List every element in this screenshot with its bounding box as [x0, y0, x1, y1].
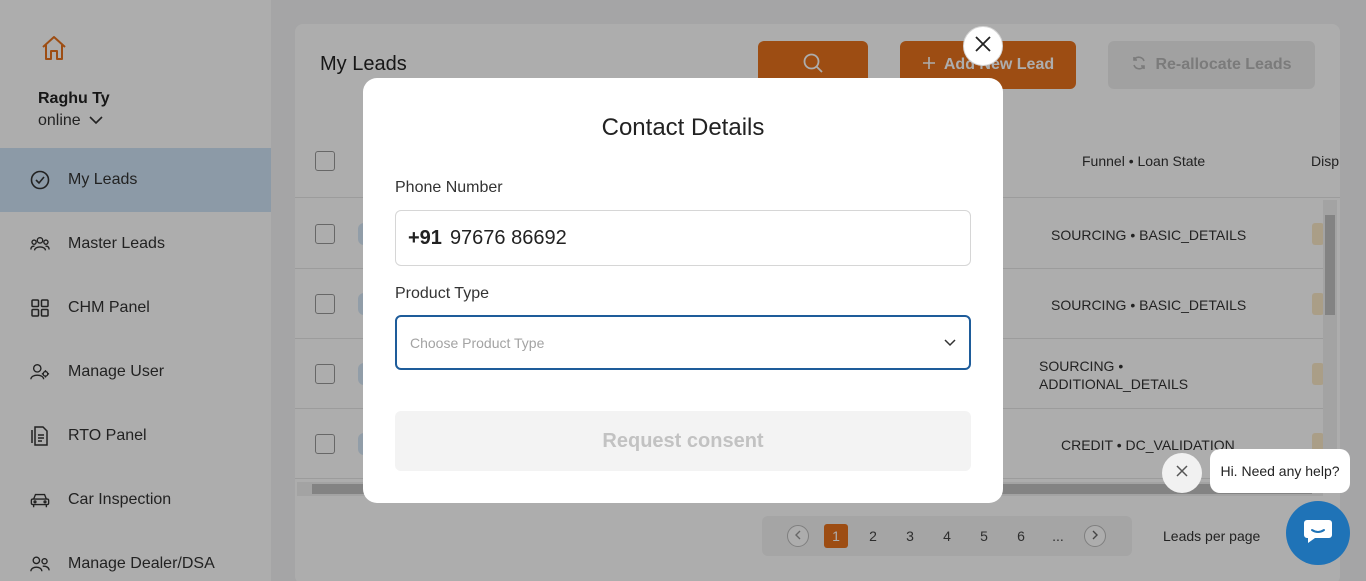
chat-launcher-button[interactable] [1286, 501, 1350, 565]
chat-dismiss-button[interactable] [1162, 453, 1202, 493]
close-icon [1176, 464, 1188, 482]
product-type-label: Product Type [395, 285, 489, 302]
request-consent-button[interactable]: Request consent [395, 411, 971, 471]
product-type-select[interactable]: Choose Product Type [395, 315, 971, 370]
chat-icon [1303, 518, 1333, 549]
contact-details-modal: Contact Details Phone Number +91 97676 8… [363, 78, 1003, 503]
chat-greeting-bubble[interactable]: Hi. Need any help? [1210, 449, 1350, 493]
product-type-placeholder: Choose Product Type [410, 334, 545, 351]
modal-title: Contact Details [601, 114, 765, 141]
phone-number-field[interactable]: +91 97676 86692 [395, 210, 971, 266]
country-code: +91 [408, 226, 442, 249]
close-modal-button[interactable] [963, 26, 1003, 66]
chevron-down-icon [943, 335, 957, 349]
close-icon [974, 35, 992, 58]
phone-number-value: 97676 86692 [449, 226, 567, 249]
phone-number-label: Phone Number [395, 179, 503, 196]
